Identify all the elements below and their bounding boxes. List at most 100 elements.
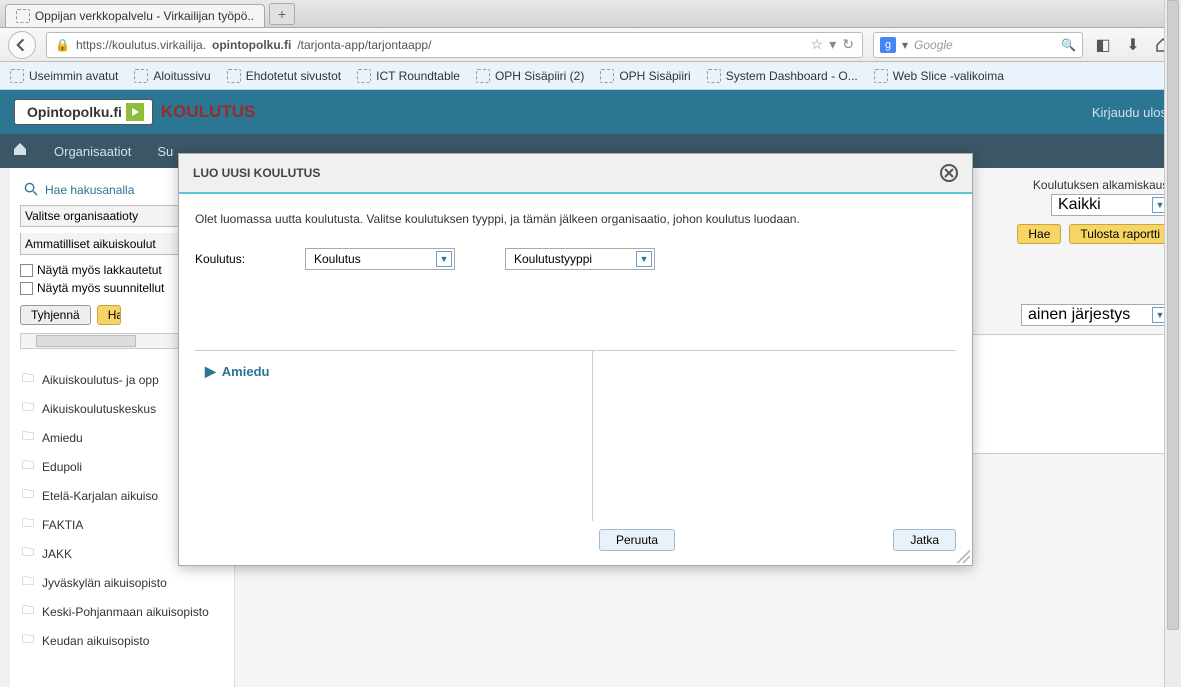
folder-item[interactable]: 🗀 Keudan aikuisopisto — [20, 626, 224, 655]
url-text-suffix: /tarjonta-app/tarjontaapp/ — [297, 38, 431, 52]
folder-label: FAKTIA — [42, 518, 83, 532]
bookmark-label: Aloitussivu — [153, 69, 210, 83]
bookmark-label: System Dashboard - O... — [726, 69, 858, 83]
folder-label: Keudan aikuisopisto — [42, 634, 149, 648]
folder-label: Aikuiskoulutuskeskus — [42, 402, 156, 416]
folder-label: Amiedu — [42, 431, 83, 445]
folder-icon: 🗀 — [22, 427, 34, 448]
form-row: Koulutus: Koulutus ▼ Koulutustyyppi ▼ — [195, 248, 956, 270]
search-label: Hae hakusanalla — [45, 183, 134, 197]
search-icon[interactable]: 🔍 — [1061, 38, 1076, 52]
continue-button[interactable]: Jatka — [893, 529, 956, 551]
bookmark-icon — [227, 69, 241, 83]
tab-favicon — [16, 9, 30, 23]
logout-link[interactable]: Kirjaudu ulos — [1092, 105, 1167, 120]
search-button[interactable]: Ha — [97, 305, 121, 325]
bookmark-icon — [357, 69, 371, 83]
folder-label: JAKK — [42, 547, 72, 561]
folder-icon: 🗀 — [22, 456, 34, 477]
bookmark-item[interactable]: Web Slice -valikoima — [874, 69, 1004, 83]
bookmark-icon — [10, 69, 24, 83]
checkbox[interactable] — [20, 282, 33, 295]
bookmark-icon — [476, 69, 490, 83]
folder-icon: 🗀 — [22, 572, 34, 593]
browser-tab-strip: Oppijan verkkopalvelu - Virkailijan työp… — [0, 0, 1181, 28]
bookmark-item[interactable]: OPH Sisäpiiri — [600, 69, 690, 83]
checkbox-label: Näytä myös lakkautetut — [37, 263, 162, 277]
modal-footer: Peruuta Jatka — [179, 521, 972, 565]
folder-item[interactable]: 🗀 Jyväskylän aikuisopisto — [20, 568, 224, 597]
folder-label: Keski-Pohjanmaan aikuisopisto — [42, 605, 209, 619]
favorite-star-icon[interactable]: ☆ — [811, 36, 824, 53]
address-bar[interactable]: 🔒 https://koulutus.virkailija. opintopolk… — [46, 32, 863, 58]
cancel-button[interactable]: Peruuta — [599, 529, 675, 551]
bookmark-label: Ehdotetut sivustot — [246, 69, 341, 83]
new-tab-button[interactable]: + — [269, 3, 295, 25]
app-title: KOULUTUS — [161, 102, 255, 122]
nav-organisaatiot[interactable]: Organisaatiot — [54, 144, 131, 159]
checkbox[interactable] — [20, 264, 33, 277]
organisation-name: Amiedu — [222, 364, 270, 379]
folder-icon: 🗀 — [22, 630, 34, 651]
logo-area: Opintopolku.fi KOULUTUS — [14, 99, 255, 125]
folder-item[interactable]: 🗀Keski-Pohjanmaan aikuisopisto — [20, 597, 224, 626]
close-button[interactable] — [940, 164, 958, 182]
url-dropdown-icon[interactable]: ▾ — [829, 36, 836, 53]
bookmark-item[interactable]: ICT Roundtable — [357, 69, 460, 83]
select-value: Valitse organisaatioty — [25, 209, 138, 223]
back-arrow-icon — [15, 38, 29, 52]
logo-text: Opintopolku.fi — [27, 104, 122, 120]
checkbox-label: Näytä myös suunnitellut — [37, 281, 164, 295]
pocket-button[interactable]: ◧ — [1093, 35, 1113, 55]
panels: ▶ Amiedu — [195, 350, 956, 521]
search-button[interactable]: Hae — [1017, 224, 1061, 244]
organisation-item[interactable]: ▶ Amiedu — [205, 363, 582, 380]
dropdown-icon: ▼ — [636, 251, 652, 267]
lock-icon: 🔒 — [55, 38, 70, 52]
back-button[interactable] — [8, 31, 36, 59]
bookmark-item[interactable]: OPH Sisäpiiri (2) — [476, 69, 584, 83]
season-select[interactable]: Kaikki ▼ — [1051, 194, 1171, 216]
url-refresh-icon[interactable]: ↻ — [842, 36, 854, 53]
bookmark-label: OPH Sisäpiiri — [619, 69, 690, 83]
page-scrollbar[interactable] — [1164, 0, 1181, 687]
report-button[interactable]: Tulosta raportti — [1069, 224, 1171, 244]
folder-label: Aikuiskoulutus- ja opp — [42, 373, 159, 387]
education-select[interactable]: Koulutus ▼ — [305, 248, 455, 270]
nav-home-icon[interactable] — [12, 141, 28, 162]
folder-label: Jyväskylän aikuisopisto — [42, 576, 167, 590]
education-type-select[interactable]: Koulutustyyppi ▼ — [505, 248, 655, 270]
select-value: Koulutustyyppi — [514, 252, 592, 266]
bookmark-icon — [874, 69, 888, 83]
bookmark-item[interactable]: Ehdotetut sivustot — [227, 69, 341, 83]
search-engine-dd-icon[interactable]: ▾ — [902, 38, 908, 52]
create-education-modal: LUO UUSI KOULUTUS Olet luomassa uutta ko… — [178, 153, 973, 566]
clear-button[interactable]: Tyhjennä — [20, 305, 91, 325]
scrollbar-thumb[interactable] — [36, 335, 136, 347]
tab-title: Oppijan verkkopalvelu - Virkailijan työp… — [35, 9, 254, 23]
organisation-tree-panel: ▶ Amiedu — [195, 351, 593, 521]
select-value: Kaikki — [1058, 196, 1101, 214]
bookmark-item[interactable]: System Dashboard - O... — [707, 69, 858, 83]
url-text-host: opintopolku.fi — [212, 38, 291, 52]
expand-icon[interactable]: ▶ — [205, 363, 216, 380]
browser-tab[interactable]: Oppijan verkkopalvelu - Virkailijan työp… — [5, 4, 265, 27]
browser-search-box[interactable]: g ▾ Google 🔍 — [873, 32, 1083, 58]
close-icon — [944, 168, 954, 178]
select-value: Koulutus — [314, 252, 361, 266]
modal-intro: Olet luomassa uutta koulutusta. Valitse … — [195, 212, 956, 226]
form-label: Koulutus: — [195, 252, 255, 266]
bookmark-item[interactable]: Aloitussivu — [134, 69, 210, 83]
nav-item-truncated[interactable]: Su — [157, 144, 177, 159]
logo[interactable]: Opintopolku.fi — [14, 99, 153, 125]
folder-icon: 🗀 — [22, 398, 34, 419]
search-icon — [24, 182, 39, 197]
downloads-button[interactable]: ⬇ — [1123, 35, 1143, 55]
folder-icon: 🗀 — [22, 543, 34, 564]
resize-handle[interactable] — [956, 549, 970, 563]
folder-icon: 🗀 — [22, 514, 34, 535]
url-text-prefix: https://koulutus.virkailija. — [76, 38, 206, 52]
bookmark-item[interactable]: Useimmin avatut — [10, 69, 118, 83]
scrollbar-thumb[interactable] — [1167, 0, 1179, 630]
sort-select[interactable]: ainen järjestys ▼ — [1021, 304, 1171, 326]
